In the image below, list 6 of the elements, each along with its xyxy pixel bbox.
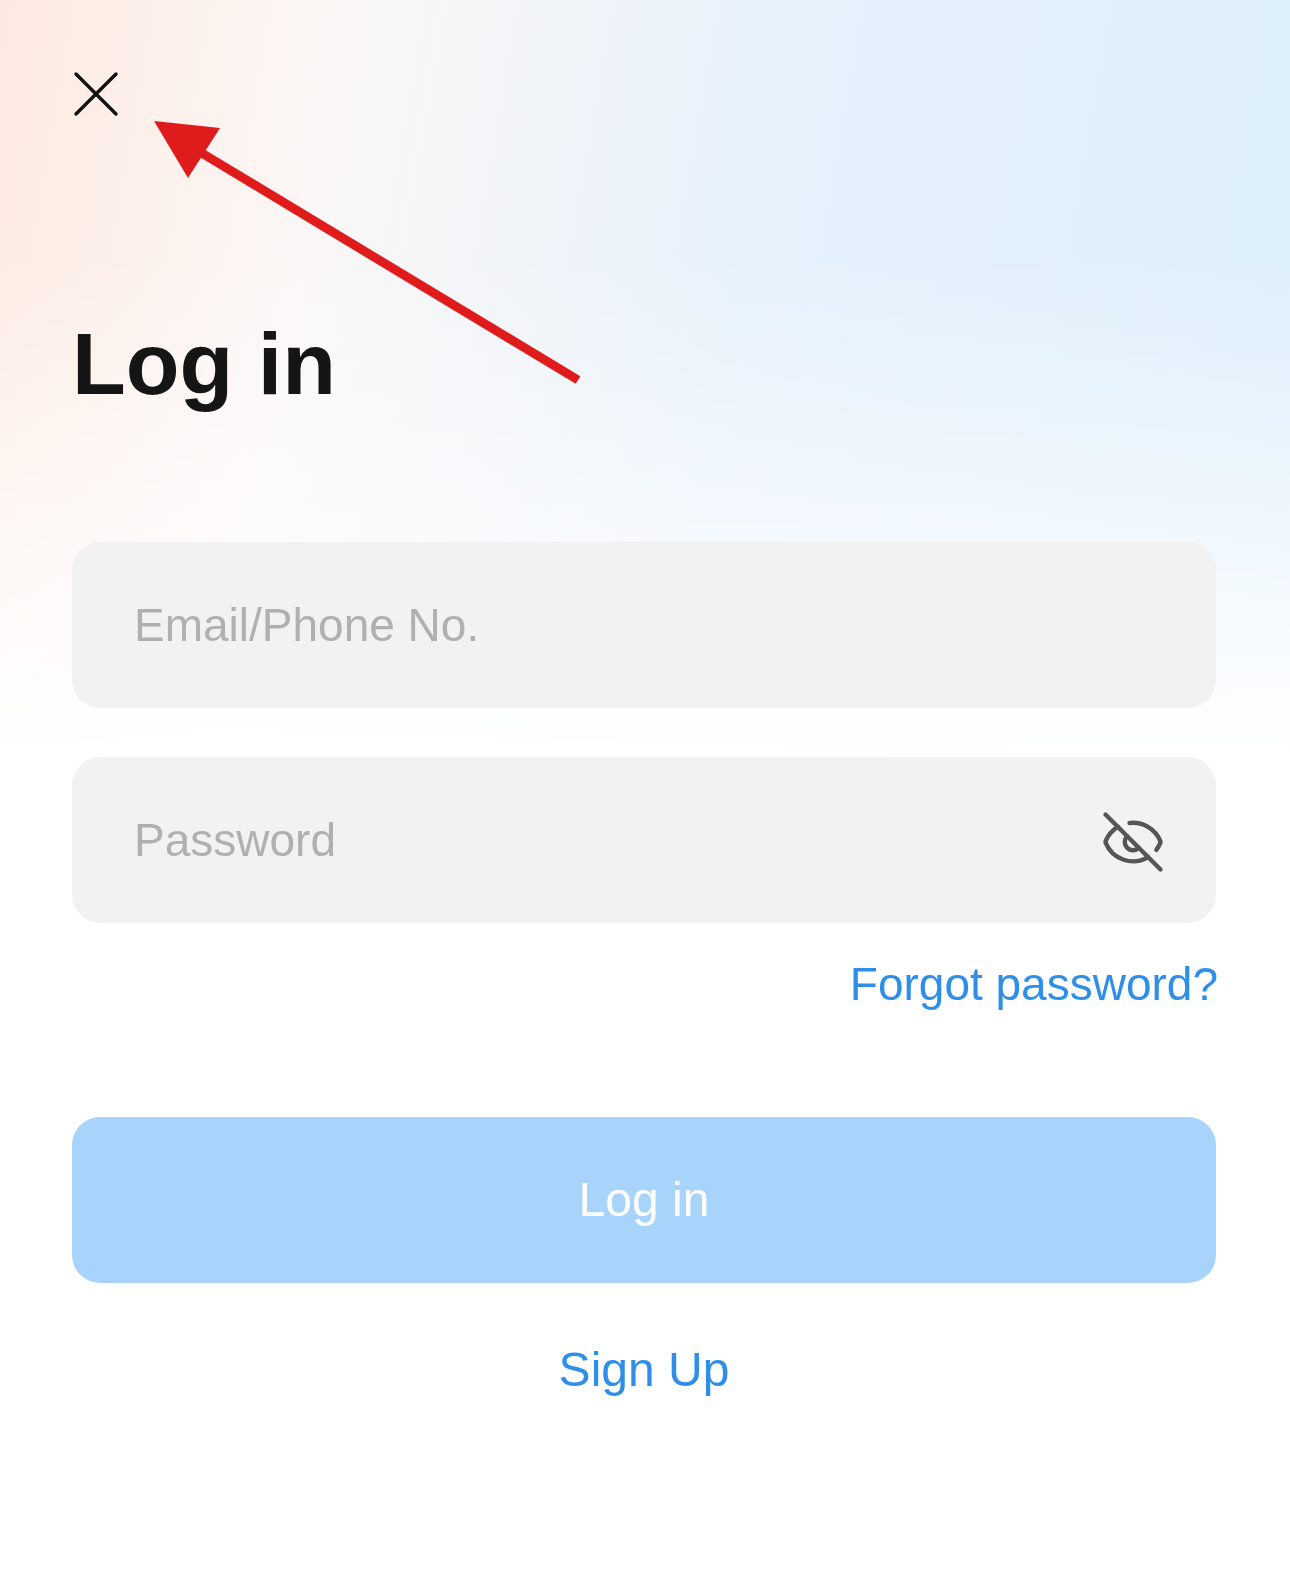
email-field[interactable]: Email/Phone No. [72, 542, 1216, 709]
toggle-visibility-button[interactable] [1100, 809, 1166, 872]
page-title: Log in [72, 318, 337, 411]
password-field[interactable]: Password [72, 757, 1216, 924]
forgot-password-link[interactable]: Forgot password? [849, 957, 1218, 1013]
sign-up-link[interactable]: Sign Up [558, 1340, 730, 1399]
